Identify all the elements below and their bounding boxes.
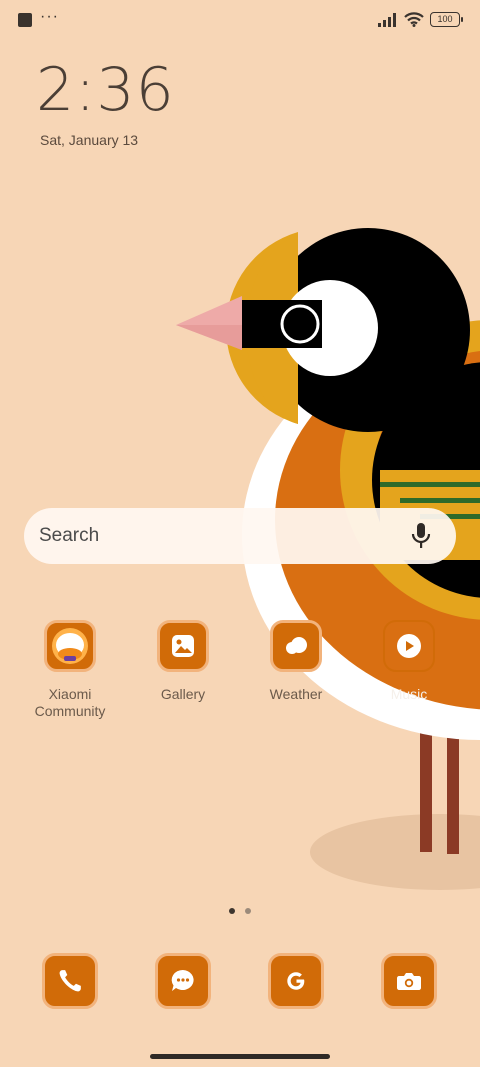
more-notifications-indicator: ···: [40, 8, 59, 25]
clock-widget[interactable]: 2:36 Sat, January 13: [36, 56, 175, 148]
phone-icon: [59, 970, 81, 992]
notification-icon: [18, 13, 32, 27]
dock-camera[interactable]: [381, 953, 437, 1009]
dock-google[interactable]: [268, 953, 324, 1009]
camera-icon: [397, 973, 421, 990]
app-label: Music: [390, 686, 428, 702]
search-placeholder: Search: [39, 525, 100, 546]
signal-icon: [378, 12, 396, 27]
gallery-icon: [157, 620, 209, 672]
app-music[interactable]: Music: [354, 620, 464, 703]
page-dot: [245, 908, 251, 914]
page-indicator: [0, 908, 480, 914]
status-bar: ··· 100: [0, 0, 480, 42]
app-gallery[interactable]: Gallery: [128, 620, 238, 703]
app-label: Weather: [269, 686, 323, 702]
page-dot-active: [229, 908, 235, 914]
search-bar[interactable]: Search: [24, 508, 456, 564]
weather-icon: [270, 620, 322, 672]
music-icon: [383, 620, 435, 672]
dock-phone[interactable]: [42, 953, 98, 1009]
messages-icon: [171, 969, 194, 991]
wifi-icon: [404, 12, 424, 27]
app-label: Gallery: [160, 686, 206, 702]
google-icon: [287, 972, 305, 990]
app-label: Xiaomi Community: [34, 686, 106, 719]
clock-date: Sat, January 13: [40, 132, 139, 148]
dock-messages[interactable]: [155, 953, 211, 1009]
home-indicator[interactable]: [150, 1054, 330, 1059]
status-left: ···: [18, 8, 59, 27]
battery-icon: 100: [430, 12, 463, 27]
status-right: 100: [378, 12, 463, 27]
xiaomi-community-icon: [44, 620, 96, 672]
app-xiaomi-community[interactable]: Xiaomi Community: [15, 620, 125, 720]
clock-time: 2:36: [36, 55, 175, 125]
mic-icon[interactable]: [410, 522, 432, 550]
app-weather[interactable]: Weather: [241, 620, 351, 703]
